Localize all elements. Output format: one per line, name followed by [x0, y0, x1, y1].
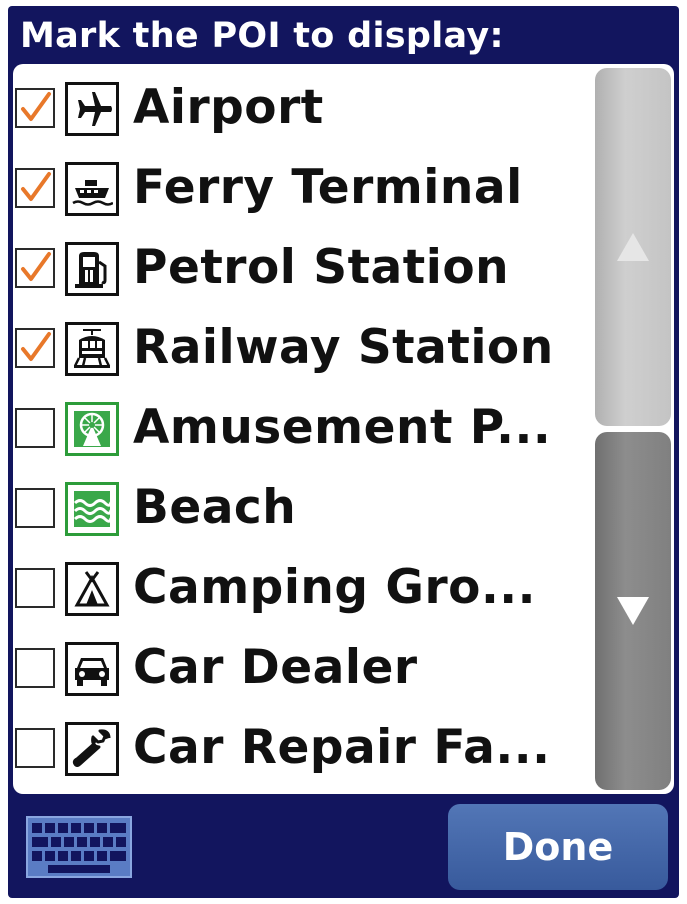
poi-selection-screen: Mark the POI to display: Airport Ferry T… [8, 6, 679, 898]
poi-label: Airport [133, 80, 324, 135]
poi-label: Beach [133, 480, 297, 535]
poi-label: Petrol Station [133, 240, 510, 295]
poi-item-ferry-terminal[interactable]: Ferry Terminal [13, 148, 593, 228]
poi-item-airport[interactable]: Airport [13, 68, 593, 148]
bottom-bar: Done [8, 796, 679, 898]
wrench-icon [65, 722, 119, 776]
train-icon [65, 322, 119, 376]
tent-icon [65, 562, 119, 616]
poi-item-petrol-station[interactable]: Petrol Station [13, 228, 593, 308]
keyboard-icon[interactable] [26, 816, 132, 878]
checkbox-checked[interactable] [15, 248, 55, 288]
checkbox-checked[interactable] [15, 88, 55, 128]
ferry-icon [65, 162, 119, 216]
poi-label: Railway Station [133, 320, 554, 375]
poi-item-amusement-park[interactable]: Amusement P... [13, 388, 593, 468]
waves-icon [65, 482, 119, 536]
page-title: Mark the POI to display: [20, 16, 504, 56]
scroll-down-button[interactable] [595, 432, 671, 790]
poi-item-car-repair-facility[interactable]: Car Repair Fa... [13, 708, 593, 788]
checkbox-checked[interactable] [15, 168, 55, 208]
car-icon [65, 642, 119, 696]
checkbox-unchecked[interactable] [15, 728, 55, 768]
fuel-pump-icon [65, 242, 119, 296]
checkbox-checked[interactable] [15, 328, 55, 368]
arrow-down-icon [617, 597, 649, 625]
checkbox-unchecked[interactable] [15, 568, 55, 608]
poi-list: Airport Ferry Terminal Petrol Station Ra… [13, 64, 674, 794]
poi-label: Car Repair Fa... [133, 720, 551, 775]
done-button[interactable]: Done [448, 804, 668, 890]
arrow-up-icon [617, 233, 649, 261]
poi-label: Amusement P... [133, 400, 552, 455]
poi-item-car-dealer[interactable]: Car Dealer [13, 628, 593, 708]
poi-label: Car Dealer [133, 640, 418, 695]
poi-item-beach[interactable]: Beach [13, 468, 593, 548]
checkbox-unchecked[interactable] [15, 408, 55, 448]
poi-item-camping-ground[interactable]: Camping Gro... [13, 548, 593, 628]
poi-label: Ferry Terminal [133, 160, 523, 215]
poi-label: Camping Gro... [133, 560, 537, 615]
airplane-icon [65, 82, 119, 136]
poi-item-railway-station[interactable]: Railway Station [13, 308, 593, 388]
checkbox-unchecked[interactable] [15, 648, 55, 688]
amusement-park-icon [65, 402, 119, 456]
checkbox-unchecked[interactable] [15, 488, 55, 528]
scroll-up-button[interactable] [595, 68, 671, 426]
